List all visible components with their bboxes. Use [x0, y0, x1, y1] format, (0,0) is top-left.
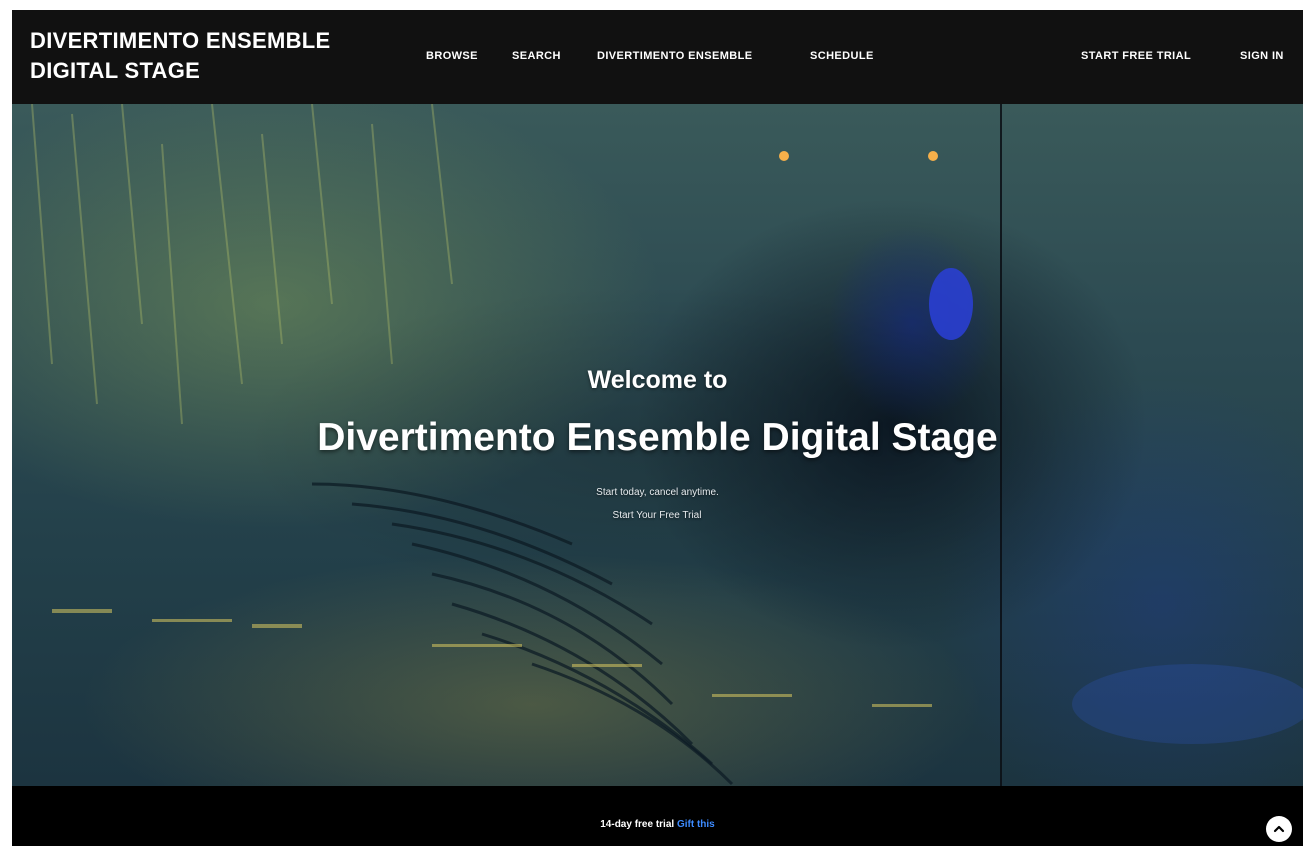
page-frame: DIVERTIMENTO ENSEMBLE DIGITAL STAGE BROW… [12, 10, 1303, 846]
hero-subtitle: Start today, cancel anytime. [596, 487, 719, 498]
nav-start-free-trial-link[interactable]: START FREE TRIAL [1081, 50, 1191, 62]
top-navigation-bar: DIVERTIMENTO ENSEMBLE DIGITAL STAGE BROW… [12, 10, 1303, 104]
brand-line-2: DIGITAL STAGE [30, 58, 201, 83]
hero-section: Welcome to Divertimento Ensemble Digital… [12, 104, 1303, 786]
gift-this-link[interactable]: Gift this [677, 819, 715, 830]
nav-search-link[interactable]: SEARCH [512, 50, 561, 62]
start-free-trial-link[interactable]: Start Your Free Trial [557, 510, 757, 521]
hero-title: Divertimento Ensemble Digital Stage [317, 416, 998, 459]
hero-welcome-text: Welcome to [587, 366, 728, 394]
promo-text: 14-day free trial Gift this [12, 819, 1303, 830]
nav-browse-link[interactable]: BROWSE [426, 50, 478, 62]
brand-line-1: DIVERTIMENTO ENSEMBLE [30, 28, 331, 53]
nav-divertimento-ensemble-link[interactable]: DIVERTIMENTO ENSEMBLE [597, 50, 753, 62]
promo-footer-bar: 14-day free trial Gift this [12, 786, 1303, 846]
trial-text: 14-day free trial [600, 819, 675, 830]
scroll-to-top-button[interactable] [1266, 816, 1292, 842]
nav-schedule-link[interactable]: SCHEDULE [810, 50, 874, 62]
chevron-up-icon [1273, 825, 1285, 833]
nav-sign-in-link[interactable]: SIGN IN [1240, 50, 1284, 62]
site-logo-link[interactable]: DIVERTIMENTO ENSEMBLE DIGITAL STAGE [30, 26, 390, 86]
